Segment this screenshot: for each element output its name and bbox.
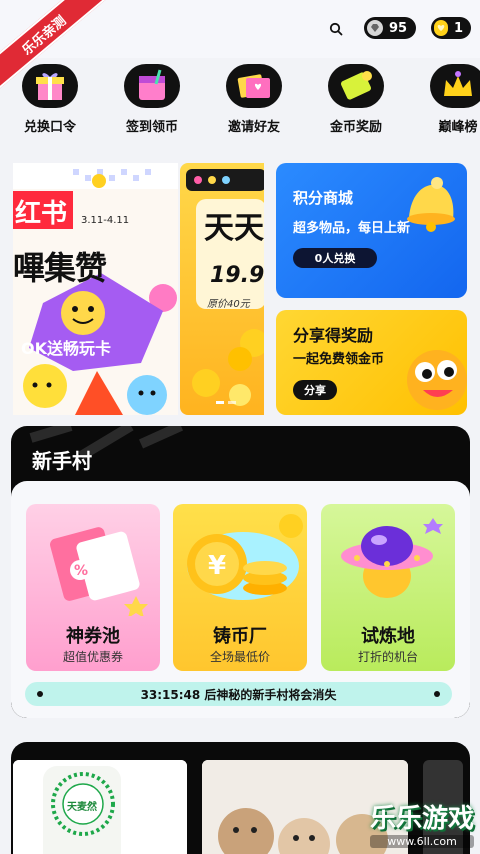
banner-line-1: 红书	[15, 199, 68, 229]
coin-ticket-icon	[328, 64, 384, 108]
deal-price: 19.9	[210, 263, 264, 288]
quick-nav-label: 兑换口令	[23, 120, 76, 135]
quick-nav-label: 邀请好友	[227, 120, 280, 135]
calendar-icon	[124, 64, 180, 108]
quick-nav-item-redeem[interactable]: 兑换口令	[4, 64, 96, 135]
watermark-url: www.6ll.com	[369, 835, 474, 848]
coupon-icon: %	[50, 527, 148, 616]
quick-nav: 兑换口令 签到领币 邀请好友 金币奖励 巅峰榜	[0, 64, 480, 138]
coin-stack-icon: ¥	[187, 514, 303, 600]
timer-dot	[37, 691, 43, 697]
invite-envelope-icon	[226, 64, 282, 108]
product-image	[13, 760, 187, 854]
site-watermark: 乐乐游戏 www.6ll.com	[369, 798, 474, 848]
novice-village-section: 新手村 % 神券池 超值优惠券 ¥ 铸币厂 全场最低价 试炼地 打折的机台 33…	[11, 426, 470, 718]
novice-countdown-text: 33:15:48 后神秘的新手村将会消失	[140, 687, 337, 702]
quick-nav-item-leaderboard[interactable]: 巅峰榜	[412, 64, 480, 135]
watermark-title: 乐乐游戏	[369, 804, 474, 834]
crown-icon	[430, 64, 480, 108]
promo-banner-collect-likes[interactable]: 红书 3.11-4.11 嗶集赞 OK送畅玩卡	[13, 163, 178, 415]
quick-nav-label: 签到领币	[125, 120, 178, 135]
share-reward-title: 分享得奖励	[293, 326, 374, 345]
points-mall-card[interactable]: 积分商城 超多物品，每日上新 0人兑换	[276, 163, 467, 298]
novice-title: 新手村	[32, 449, 92, 473]
novice-card-subtitle: 全场最低价	[209, 650, 270, 664]
novice-card-title: 神券池	[66, 626, 120, 647]
deal-original-price: 原价40元	[207, 299, 250, 310]
novice-cards-panel: % 神券池 超值优惠券 ¥ 铸币厂 全场最低价 试炼地 打折的机台 33:15:…	[11, 481, 470, 718]
points-mall-title: 积分商城	[293, 189, 354, 207]
points-mall-exchange-button[interactable]: 0人兑换	[293, 248, 377, 268]
quick-nav-item-checkin[interactable]: 签到领币	[106, 64, 198, 135]
share-reward-subtitle: 一起免费领金币	[293, 352, 385, 367]
novice-card-subtitle: 打折的机台	[357, 650, 418, 664]
coin-balance[interactable]: 1	[431, 17, 471, 39]
product-card[interactable]: 天麦然	[13, 760, 187, 854]
novice-card-title: 铸币厂	[213, 626, 267, 647]
gift-icon	[22, 64, 78, 108]
banner-dates: 3.11-4.11	[81, 215, 130, 226]
search-icon	[329, 22, 343, 36]
novice-card-subtitle: 超值优惠券	[62, 650, 123, 664]
novice-card-mint[interactable]: ¥ 铸币厂 全场最低价	[173, 504, 307, 671]
novice-countdown-bar: 33:15:48 后神秘的新手村将会消失	[25, 682, 452, 706]
timer-dot	[434, 691, 440, 697]
share-button[interactable]: 分享	[293, 380, 337, 400]
banner-line-3: OK送畅玩卡	[21, 339, 112, 358]
novice-card-trial-ground[interactable]: 试炼地 打折的机台	[321, 504, 455, 671]
svg-text:%: %	[74, 563, 88, 579]
diamond-count: 95	[389, 20, 408, 36]
deal-headline: 天天	[204, 211, 264, 246]
novice-card-title: 试炼地	[361, 626, 415, 647]
ufo-icon	[341, 518, 443, 598]
search-button[interactable]	[323, 16, 349, 42]
novice-card-coupon-pool[interactable]: % 神券池 超值优惠券	[26, 504, 160, 671]
quick-nav-label: 巅峰榜	[438, 120, 478, 135]
promo-banner-art	[186, 169, 264, 406]
quick-nav-item-coin-reward[interactable]: 金币奖励	[310, 64, 402, 135]
coin-icon	[434, 20, 448, 36]
product-brand-label: 天麦然	[67, 802, 97, 813]
coin-count: 1	[453, 20, 463, 36]
promo-banner-daily-deal[interactable]: 天天 19.9 原价40元	[180, 163, 264, 415]
mascot-icon	[407, 350, 467, 410]
quick-nav-item-invite[interactable]: 邀请好友	[208, 64, 300, 135]
share-reward-card[interactable]: 分享得奖励 一起免费领金币 分享	[276, 310, 467, 415]
points-mall-subtitle: 超多物品，每日上新	[293, 221, 411, 236]
svg-text:¥: ¥	[208, 551, 226, 581]
quick-nav-label: 金币奖励	[329, 120, 382, 135]
diamond-icon	[367, 20, 383, 36]
diamond-balance[interactable]: 95	[364, 17, 416, 39]
banner-line-2: 嗶集赞	[13, 249, 107, 287]
